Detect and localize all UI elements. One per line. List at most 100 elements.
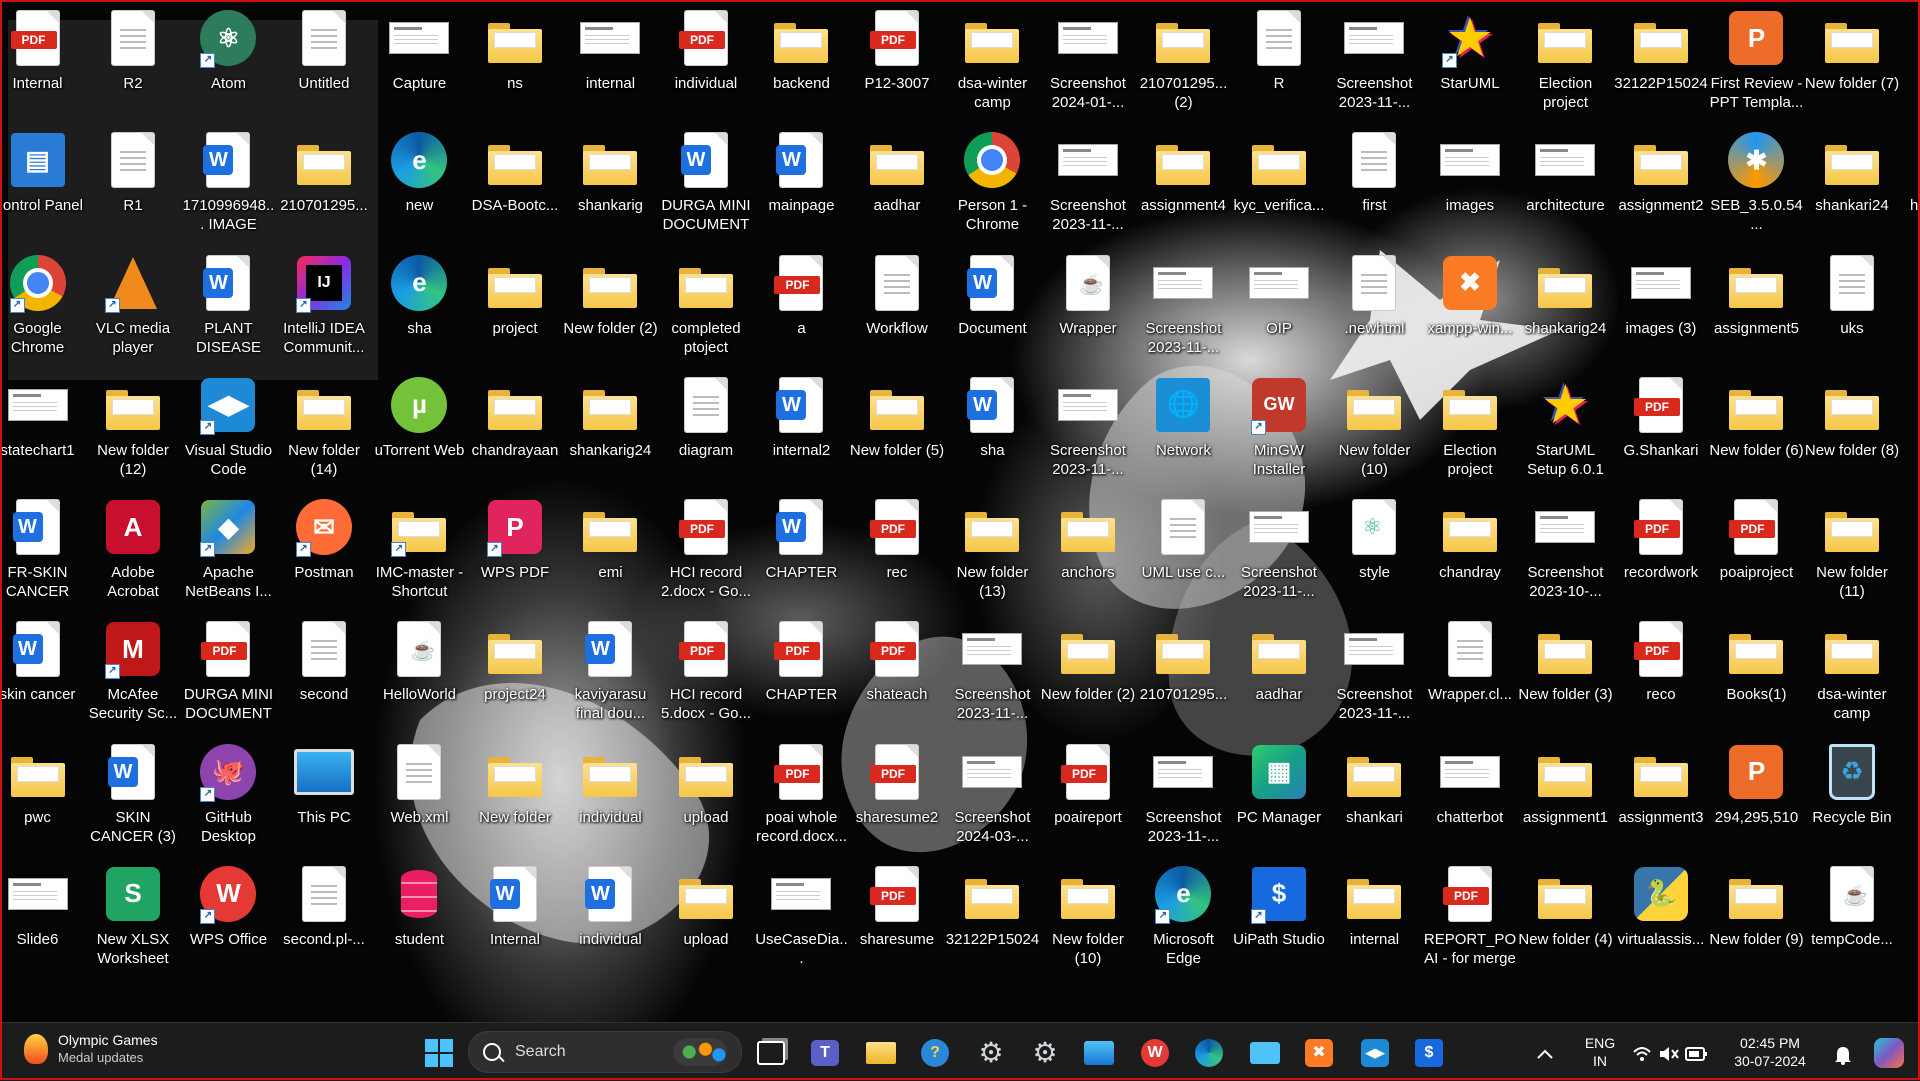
desktop-icon[interactable]: second.pl-...: [276, 856, 371, 974]
desktop-icon[interactable]: individual: [563, 734, 658, 852]
desktop-icon[interactable]: PDF sharesume2: [849, 734, 944, 852]
desktop-icon[interactable]: R: [1231, 0, 1326, 118]
desktop-icon[interactable]: DSA-Bootc...: [467, 122, 562, 240]
desktop-icon[interactable]: µ uTorrent Web: [372, 367, 467, 485]
desktop-icon[interactable]: This PC: [276, 734, 371, 852]
desktop-icon[interactable]: PDF poaiproject: [1709, 489, 1804, 607]
desktop-icon[interactable]: Books(1): [1709, 611, 1804, 729]
desktop-icon[interactable]: shankari24: [1804, 122, 1899, 240]
desktop-icon[interactable]: Screenshot 2024-03-...: [945, 734, 1040, 852]
notification-bell-button[interactable]: [1828, 1036, 1858, 1074]
desktop-icon[interactable]: ✱ SEB_3.5.0.54...: [1709, 122, 1804, 240]
desktop-icon[interactable]: New folder (10): [1327, 367, 1422, 485]
desktop-icon[interactable]: W Internal: [467, 856, 562, 974]
taskbar-app-edge[interactable]: [1190, 1034, 1228, 1072]
quick-settings-button[interactable]: [1630, 1035, 1710, 1073]
desktop-icon[interactable]: Screenshot 2023-11-...: [1327, 611, 1422, 729]
desktop-icon[interactable]: R1: [85, 122, 180, 240]
desktop-icon[interactable]: Winternal2: [754, 367, 849, 485]
desktop-icon[interactable]: e ↗ Microsoft Edge: [1136, 856, 1231, 974]
desktop-icon[interactable]: PDF individual: [658, 0, 753, 118]
desktop-icon[interactable]: New folder (3): [1518, 611, 1613, 729]
taskbar-app-teams[interactable]: T: [806, 1034, 844, 1072]
desktop-icon[interactable]: ☕ HelloWorld: [372, 611, 467, 729]
desktop-icon[interactable]: e sha: [372, 245, 467, 363]
desktop-icon[interactable]: e new: [372, 122, 467, 240]
desktop-icon[interactable]: New folder (12): [85, 367, 180, 485]
desktop-icon[interactable]: P First Review - PPT Templa...: [1709, 0, 1804, 118]
desktop-icon[interactable]: PDF HCI record 2.docx - Go...: [658, 489, 753, 607]
desktop-icon[interactable]: Wmainpage: [754, 122, 849, 240]
desktop-icon[interactable]: PDF Internal: [0, 0, 85, 118]
desktop-icon[interactable]: New folder (7): [1804, 0, 1899, 118]
desktop-icon[interactable]: $ ↗ UiPath Studio: [1231, 856, 1326, 974]
taskbar-app-settings[interactable]: ⚙: [972, 1034, 1010, 1072]
desktop-icon[interactable]: PDF CHAPTER: [754, 611, 849, 729]
desktop-icon[interactable]: assignment2: [1613, 122, 1708, 240]
desktop-icon[interactable]: PDF a: [754, 245, 849, 363]
taskbar-app-xampp[interactable]: ✖: [1300, 1034, 1338, 1072]
desktop-icon[interactable]: second: [276, 611, 371, 729]
desktop-icon[interactable]: PDF rec: [849, 489, 944, 607]
desktop-icon[interactable]: dsa-winter camp: [1804, 611, 1899, 729]
desktop-icon[interactable]: New folder (2): [1040, 611, 1135, 729]
desktop-icon[interactable]: New folder (14): [276, 367, 371, 485]
desktop-icon[interactable]: New folder (4): [1518, 856, 1613, 974]
desktop-icon[interactable]: student: [372, 856, 467, 974]
desktop-icon[interactable]: Wkaviyarasu final dou...: [563, 611, 658, 729]
desktop-icon[interactable]: ★ ↗ StarUML: [1422, 0, 1517, 118]
desktop-icon[interactable]: .newhtml: [1327, 245, 1422, 363]
desktop-icon[interactable]: 210701295...: [1136, 611, 1231, 729]
desktop-icon[interactable]: chandray: [1422, 489, 1517, 607]
desktop-icon[interactable]: shankarig24: [1518, 245, 1613, 363]
desktop-icon[interactable]: UML use c...: [1136, 489, 1231, 607]
desktop-icon[interactable]: aadhar: [1231, 611, 1326, 729]
desktop-icon[interactable]: New folder: [467, 734, 562, 852]
desktop-icon[interactable]: New folder (5): [849, 367, 944, 485]
desktop-icon[interactable]: dsa-winter camp: [945, 0, 1040, 118]
desktop-icon[interactable]: shankarig: [563, 122, 658, 240]
desktop-icon[interactable]: ☕ Wrapper: [1040, 245, 1135, 363]
desktop-icon[interactable]: 🐍 virtualassis...: [1613, 856, 1708, 974]
desktop-icon[interactable]: W SKIN CANCER (3): [85, 734, 180, 852]
desktop-icon[interactable]: Wskin cancer: [0, 611, 85, 729]
desktop-icon[interactable]: Wsha: [945, 367, 1040, 485]
desktop-icon[interactable]: Screenshot 2023-11-...: [1136, 734, 1231, 852]
desktop-icon[interactable]: S New XLSX Worksheet: [85, 856, 180, 974]
desktop-icon[interactable]: project24: [467, 611, 562, 729]
taskbar-app-vscode[interactable]: ◀▶: [1356, 1034, 1394, 1072]
desktop-icon[interactable]: ♻ Recycle Bin: [1804, 734, 1899, 852]
desktop-icon[interactable]: ↗ VLC media player: [85, 245, 180, 363]
desktop-icon[interactable]: ☕ tempCode...: [1804, 856, 1899, 974]
desktop-icon[interactable]: W ↗ WPS Office: [181, 856, 276, 974]
desktop-icon[interactable]: assignment3: [1613, 734, 1708, 852]
desktop-icon[interactable]: New folder (10): [1040, 856, 1135, 974]
desktop-icon[interactable]: ▦ PC Manager: [1231, 734, 1326, 852]
desktop-icon[interactable]: IJ ↗ IntelliJ IDEA Communit...: [276, 245, 371, 363]
desktop-icon[interactable]: upload: [658, 734, 753, 852]
desktop-icon[interactable]: ✉ ↗ Postman: [276, 489, 371, 607]
desktop-icon[interactable]: diagram: [658, 367, 753, 485]
desktop-icon[interactable]: UseCaseDia...: [754, 856, 849, 974]
news-widget[interactable]: Olympic Games Medal updates: [24, 1031, 158, 1066]
desktop-icon[interactable]: New folder (8): [1804, 367, 1899, 485]
desktop-icon[interactable]: ⚛ style: [1327, 489, 1422, 607]
desktop-icon[interactable]: P ↗ WPS PDF: [467, 489, 562, 607]
desktop-icon[interactable]: internal: [563, 0, 658, 118]
taskbar-app-task-view[interactable]: [752, 1034, 790, 1072]
desktop-icon[interactable]: Screenshot 2023-11-...: [945, 611, 1040, 729]
desktop-icon[interactable]: Screenshot 2023-10-...: [1518, 489, 1613, 607]
desktop-icon[interactable]: A Adobe Acrobat: [85, 489, 180, 607]
desktop-icon[interactable]: W PLANT DISEASE: [181, 245, 276, 363]
desktop-icon[interactable]: ↗ Google Chrome: [0, 245, 85, 363]
desktop-icon[interactable]: shankari: [1327, 734, 1422, 852]
desktop-icon[interactable]: PDF REPORT_POAI - for merge: [1422, 856, 1517, 974]
taskbar-app-tips[interactable]: ?: [916, 1034, 954, 1072]
desktop-icon[interactable]: PDF poai whole record.docx...: [754, 734, 849, 852]
desktop-icon[interactable]: New folder (2): [563, 245, 658, 363]
desktop-icon[interactable]: W 1710996948... IMAGE DET...: [181, 122, 276, 240]
desktop-icon[interactable]: W FR-SKIN CANCER: [0, 489, 85, 607]
desktop-icon[interactable]: chatterbot: [1422, 734, 1517, 852]
desktop-icon[interactable]: Screenshot 2023-11-...: [1136, 245, 1231, 363]
desktop-icon[interactable]: PDF shateach: [849, 611, 944, 729]
